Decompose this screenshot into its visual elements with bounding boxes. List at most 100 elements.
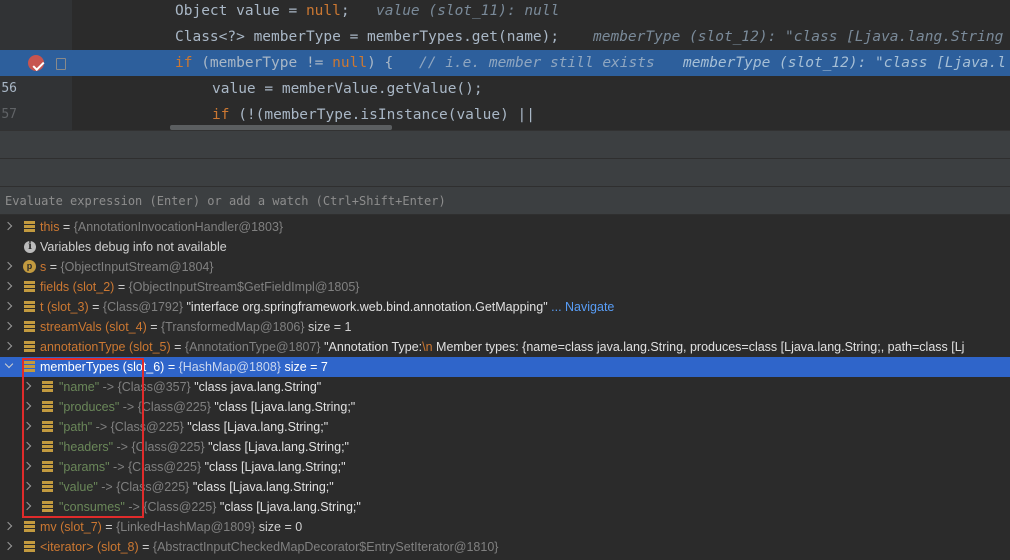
expand-arrow-icon[interactable]: [3, 301, 13, 311]
code-text: (!(memberType.isInstance(value) ||: [229, 107, 536, 123]
variable-row[interactable]: annotationType (slot_5) = {AnnotationTyp…: [0, 337, 1010, 357]
code-line-current[interactable]: 56 if (memberType != null) { // i.e. mem…: [0, 50, 1010, 96]
code-text: ) {: [367, 55, 394, 71]
field-icon: [24, 341, 35, 352]
field-icon: [42, 441, 53, 452]
field-icon: [24, 521, 35, 532]
field-icon: [24, 281, 35, 292]
equals-sign: =: [164, 360, 179, 374]
map-class: {Class@225}: [116, 480, 190, 494]
code-keyword: if: [212, 107, 230, 123]
code-line[interactable]: 58 if (!(memberType.isInstance(value) ||: [0, 102, 1010, 128]
variable-value: {LinkedHashMap@1809}: [116, 520, 256, 534]
map-entry-row[interactable]: "params" -> {Class@225} "class [Ljava.la…: [0, 457, 1010, 477]
arrow-sign: ->: [119, 400, 138, 414]
variable-row[interactable]: streamVals (slot_4) = {TransformedMap@18…: [0, 317, 1010, 337]
map-entry-row[interactable]: "path" -> {Class@225} "class [Ljava.lang…: [0, 417, 1010, 437]
map-value: "class [Ljava.lang.String;": [204, 460, 346, 474]
expand-arrow-icon[interactable]: [3, 521, 13, 531]
code-keyword: if: [175, 55, 193, 71]
arrow-sign: ->: [97, 480, 117, 494]
navigate-link[interactable]: ... Navigate: [551, 300, 614, 314]
field-icon: [24, 321, 35, 332]
variable-name: memberTypes (slot_6): [40, 360, 165, 374]
variable-row[interactable]: mv (slot_7) = {LinkedHashMap@1809} size …: [0, 517, 1010, 537]
expand-arrow-icon[interactable]: [22, 401, 32, 411]
arrow-sign: ->: [92, 420, 111, 434]
expand-arrow-icon[interactable]: [3, 341, 13, 351]
variable-row[interactable]: this = {AnnotationInvocationHandler@1803…: [0, 217, 1010, 237]
map-value: "class java.lang.String": [194, 380, 322, 394]
variable-name: streamVals (slot_4): [40, 320, 147, 334]
expand-arrow-icon[interactable]: [22, 481, 32, 491]
code-line[interactable]: Object value = null; value (slot_11): nu…: [0, 0, 1010, 24]
arrow-sign: ->: [109, 460, 128, 474]
map-value: "class [Ljava.lang.String;": [208, 440, 349, 454]
variable-string-value: "Annotation Type:: [324, 340, 423, 354]
variable-size: size = 7: [284, 360, 328, 374]
code-line[interactable]: 55 Class<?> memberType = memberTypes.get…: [0, 24, 1010, 70]
map-entry-row[interactable]: "headers" -> {Class@225} "class [Ljava.l…: [0, 437, 1010, 457]
code-editor[interactable]: Object value = null; value (slot_11): nu…: [0, 0, 1010, 130]
collapse-arrow-icon[interactable]: [4, 359, 14, 369]
info-text: Variables debug info not available: [40, 240, 227, 254]
variable-value: {HashMap@1808}: [178, 360, 281, 374]
map-key: "headers": [59, 440, 114, 454]
expand-arrow-icon[interactable]: [3, 261, 13, 271]
expand-arrow-icon[interactable]: [3, 321, 13, 331]
expand-arrow-icon[interactable]: [22, 381, 32, 391]
variable-row-selected[interactable]: memberTypes (slot_6) = {HashMap@1808} si…: [0, 357, 1010, 377]
code-text: ;: [340, 3, 350, 19]
breakpoint-icon[interactable]: [28, 55, 44, 71]
map-class: {Class@225}: [127, 460, 202, 474]
variable-value: {AnnotationType@1807}: [184, 340, 321, 354]
expand-arrow-icon[interactable]: [3, 541, 13, 551]
variable-row[interactable]: fields (slot_2) = {ObjectInputStream$Get…: [0, 277, 1010, 297]
variable-string-value: "interface org.springframework.web.bind.…: [186, 300, 548, 314]
info-row: i Variables debug info not available: [0, 237, 1010, 257]
variable-value: {AnnotationInvocationHandler@1803}: [73, 220, 284, 234]
info-icon: i: [24, 241, 36, 253]
map-class: {Class@225}: [131, 440, 205, 454]
fold-marker-icon[interactable]: [56, 58, 66, 70]
expand-arrow-icon[interactable]: [3, 281, 13, 291]
arrow-sign: ->: [99, 380, 118, 394]
inline-debug-hint: memberType (slot_12): "class [Ljava.lang…: [593, 29, 1004, 45]
expand-arrow-icon[interactable]: [22, 461, 32, 471]
equals-sign: =: [146, 320, 161, 334]
arrow-sign: ->: [124, 500, 144, 514]
expand-arrow-icon[interactable]: [22, 501, 32, 511]
arrow-sign: ->: [113, 440, 132, 454]
debug-frames-toolbar: [0, 158, 1010, 186]
equals-sign: =: [138, 540, 153, 554]
field-icon: [42, 401, 53, 412]
field-icon: [42, 481, 53, 492]
expand-arrow-icon[interactable]: [22, 441, 32, 451]
map-value: "class [Ljava.lang.String;": [192, 480, 334, 494]
expand-arrow-icon[interactable]: [3, 221, 13, 231]
variable-row[interactable]: p s = {ObjectInputStream@1804}: [0, 257, 1010, 277]
equals-sign: =: [59, 220, 74, 234]
map-entry-row[interactable]: "name" -> {Class@357} "class java.lang.S…: [0, 377, 1010, 397]
map-entry-row[interactable]: "consumes" -> {Class@225} "class [Ljava.…: [0, 497, 1010, 517]
map-entry-row[interactable]: "produces" -> {Class@225} "class [Ljava.…: [0, 397, 1010, 417]
code-text: value = memberValue.getValue();: [212, 81, 483, 97]
evaluate-expression-input[interactable]: Evaluate expression (Enter) or add a wat…: [0, 186, 1010, 215]
inline-debug-hint: value (slot_11): null: [376, 3, 560, 19]
code-line[interactable]: 57 value = memberValue.getValue();: [0, 76, 1010, 122]
variable-row[interactable]: t (slot_3) = {Class@1792} "interface org…: [0, 297, 1010, 317]
field-icon: [24, 541, 35, 552]
escape-sequence: \n: [422, 340, 433, 354]
variable-value: {ObjectInputStream@1804}: [60, 260, 214, 274]
field-icon: [24, 221, 35, 232]
variable-name: this: [40, 220, 60, 234]
map-entry-row[interactable]: "value" -> {Class@225} "class [Ljava.lan…: [0, 477, 1010, 497]
expand-arrow-icon[interactable]: [22, 421, 32, 431]
code-text: Object value =: [175, 3, 306, 19]
variable-row[interactable]: <iterator> (slot_8) = {AbstractInputChec…: [0, 537, 1010, 557]
debug-toolbar: [0, 130, 1010, 158]
map-key: "params": [59, 460, 110, 474]
map-key: "value": [59, 480, 98, 494]
parameter-icon: p: [23, 260, 36, 273]
variable-value: {TransformedMap@1806}: [161, 320, 305, 334]
